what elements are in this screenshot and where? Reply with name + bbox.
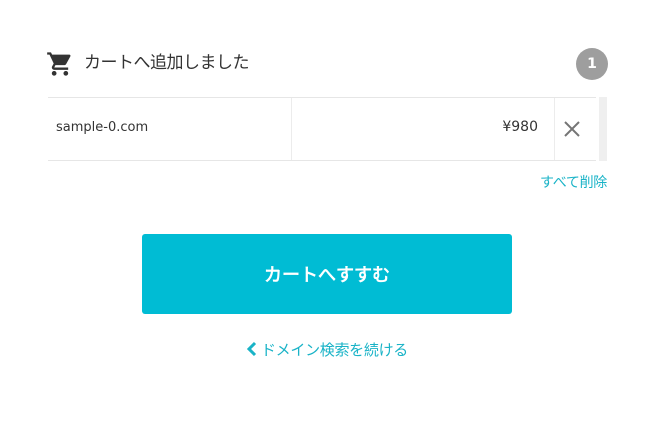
scrollbar[interactable] [599,97,607,161]
cell-divider [291,98,292,160]
continue-search-label: ドメイン検索を続ける [260,341,408,359]
cart-items-table: sample-0.com ¥980 [48,97,607,161]
chevron-left-icon [246,341,257,357]
continue-search-link[interactable]: ドメイン検索を続ける [0,339,654,360]
page-title: カートへ追加しました [84,53,250,73]
table-row: sample-0.com ¥980 [48,97,596,161]
shopping-cart-icon [47,52,71,76]
item-domain-name: sample-0.com [56,120,149,135]
item-price: ¥980 [502,119,538,135]
cart-added-dialog: カートへ追加しました 1 sample-0.com ¥980 すべて削除 カート… [0,0,654,442]
cart-header: カートへ追加しました 1 [46,48,608,80]
remove-all-link[interactable]: すべて削除 [540,172,607,192]
cell-divider [554,98,555,160]
remove-item-close-icon[interactable] [560,117,584,141]
cart-count-badge: 1 [576,48,608,80]
proceed-to-cart-button[interactable]: カートへすすむ [142,234,512,314]
